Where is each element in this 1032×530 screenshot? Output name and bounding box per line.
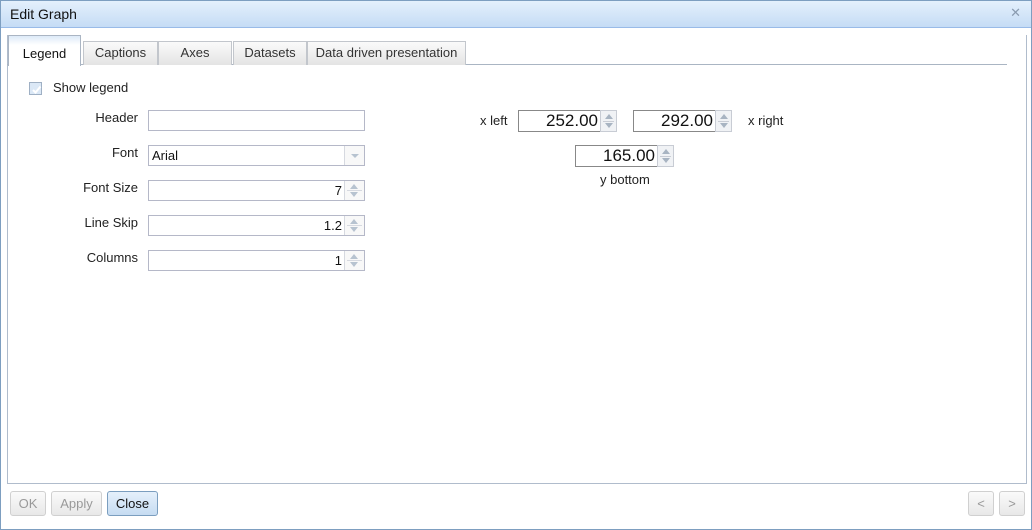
spin-divider [347,225,362,226]
tab-label: Datasets [244,45,296,60]
x-right-label: x right [748,113,784,128]
close-icon[interactable]: ✕ [1010,6,1021,21]
font-size-stepper[interactable]: 7 [148,180,365,201]
font-size-spinner[interactable] [344,181,364,200]
font-size-value: 7 [334,183,342,198]
spin-up-icon[interactable] [720,114,728,119]
columns-value: 1 [334,253,342,268]
show-legend-checkbox[interactable] [29,82,42,95]
close-button[interactable]: Close [107,491,158,516]
tab-label: Legend [22,46,67,61]
ok-button[interactable]: OK [10,491,46,516]
spin-down-icon[interactable] [350,262,358,267]
spin-up-icon[interactable] [605,114,613,119]
y-bottom-input[interactable]: 165.00 [575,145,658,167]
tab-datasets[interactable]: Datasets [233,41,307,65]
spin-down-icon[interactable] [350,227,358,232]
spin-divider [603,121,614,122]
y-bottom-label: y bottom [600,172,650,187]
font-select[interactable]: Arial [148,145,365,166]
tab-label: Data driven presentation [315,45,458,60]
previous-button[interactable]: < [968,491,994,516]
header-input[interactable] [148,110,365,131]
y-bottom-spinner[interactable] [657,145,674,167]
title-bar[interactable]: Edit Graph ✕ [1,1,1031,28]
x-right-value: 292.00 [661,111,713,130]
spin-up-icon[interactable] [350,219,358,224]
spin-divider [347,190,362,191]
line-skip-value: 1.2 [323,218,342,233]
x-right-input[interactable]: 292.00 [633,110,716,132]
spin-up-icon[interactable] [662,149,670,154]
dialog-title: Edit Graph [10,6,77,22]
chevron-down-icon [351,154,359,158]
x-left-label: x left [480,113,508,128]
columns-stepper[interactable]: 1 [148,250,365,271]
show-legend-label: Show legend [53,80,129,95]
x-left-value: 252.00 [546,111,598,130]
x-left-input[interactable]: 252.00 [518,110,601,132]
font-size-label: Font Size [83,180,138,195]
x-right-spinner[interactable] [715,110,732,132]
spin-up-icon[interactable] [350,184,358,189]
tab-captions[interactable]: Captions [83,41,158,65]
spin-down-icon[interactable] [605,123,613,128]
columns-spinner[interactable] [344,251,364,270]
columns-label: Columns [86,250,138,265]
checkmark-icon [32,85,42,94]
spin-divider [347,260,362,261]
header-label: Header [95,110,138,125]
spin-up-icon[interactable] [350,254,358,259]
spin-down-icon[interactable] [662,158,670,163]
tab-bar: Legend Captions Axes Datasets Data drive… [7,35,1007,66]
spin-divider [718,121,729,122]
line-skip-label: Line Skip [84,215,138,230]
tab-legend[interactable]: Legend [8,35,81,66]
spin-divider [660,156,671,157]
apply-button[interactable]: Apply [51,491,102,516]
tab-data-driven-presentation[interactable]: Data driven presentation [307,41,466,65]
tab-axes[interactable]: Axes [158,41,232,65]
y-bottom-value: 165.00 [603,146,655,165]
spin-down-icon[interactable] [350,192,358,197]
next-button[interactable]: > [999,491,1025,516]
spin-down-icon[interactable] [720,123,728,128]
line-skip-stepper[interactable]: 1.2 [148,215,365,236]
x-left-spinner[interactable] [600,110,617,132]
tab-label: Captions [94,45,147,60]
font-dropdown-trigger[interactable] [344,146,364,165]
edit-graph-dialog: Edit Graph ✕ Legend Captions Axes Datase… [0,0,1032,530]
font-value: Arial [152,148,179,163]
line-skip-spinner[interactable] [344,216,364,235]
font-label: Font [111,145,138,160]
tab-label: Axes [180,45,210,60]
